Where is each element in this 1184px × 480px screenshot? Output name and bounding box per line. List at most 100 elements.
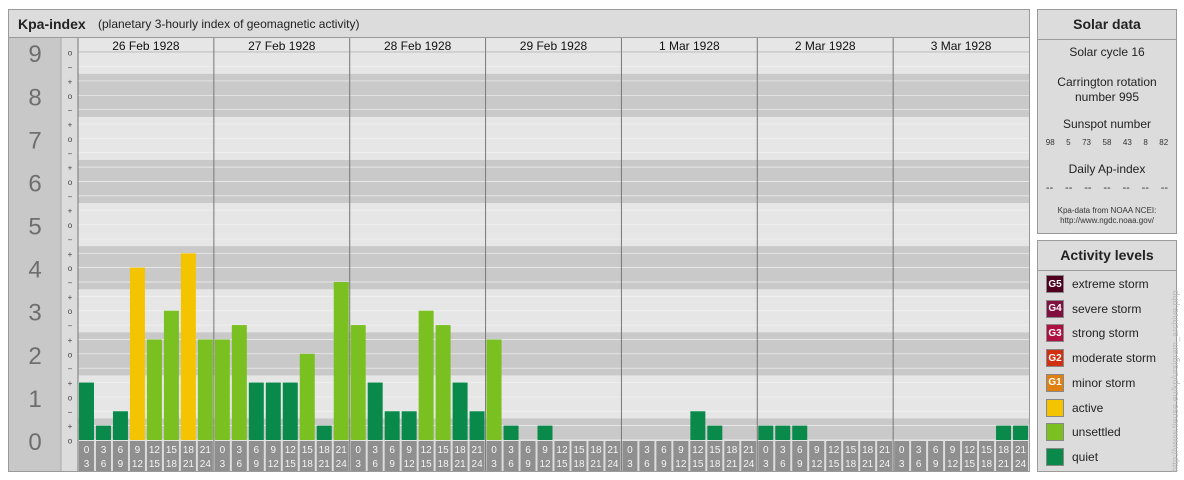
- ap-value: --: [1084, 182, 1092, 194]
- kp-bar: [690, 411, 706, 440]
- legend-item: G3 strong storm: [1046, 323, 1139, 343]
- kp-subtick-label: +: [68, 379, 73, 388]
- ap-value: --: [1065, 182, 1073, 194]
- day-label: 28 Feb 1928: [384, 39, 452, 53]
- interval-start-label: 15: [573, 445, 585, 456]
- kp-tick-label: 7: [28, 127, 41, 154]
- kp-bar: [775, 425, 791, 440]
- kp-subtick-label: +: [68, 207, 73, 216]
- legend-label: quiet: [1072, 449, 1099, 464]
- source-watermark: http://www.tieuse.eu/kp/ursigram_archive…: [1170, 290, 1180, 472]
- interval-start-label: 9: [542, 445, 548, 456]
- kp-tick-label: 3: [28, 300, 41, 327]
- ap-value: --: [1103, 182, 1111, 194]
- kp-subtick-label: o: [68, 49, 73, 58]
- interval-start-label: 12: [285, 445, 297, 456]
- legend-item: G5 extreme storm: [1046, 274, 1149, 294]
- interval-end-label: 24: [336, 459, 348, 470]
- kp-subtick-label: o: [68, 178, 73, 187]
- interval-end-label: 24: [1015, 459, 1027, 470]
- kp-bar: [435, 325, 451, 440]
- interval-end-label: 3: [491, 459, 497, 470]
- legend-label: minor storm: [1072, 375, 1136, 390]
- kp-bar: [299, 353, 315, 440]
- interval-end-label: 9: [661, 459, 667, 470]
- interval-end-label: 18: [302, 459, 314, 470]
- interval-end-label: 18: [573, 459, 585, 470]
- kp-subtick-label: +: [68, 77, 73, 86]
- interval-start-label: 6: [661, 445, 667, 456]
- interval-end-label: 15: [285, 459, 297, 470]
- interval-start-label: 12: [556, 445, 568, 456]
- kp-bar: [248, 382, 264, 440]
- kp-bar: [418, 310, 434, 440]
- kp-bar: [503, 425, 519, 440]
- kp-subtick-label: −: [68, 106, 73, 115]
- kp-subtick-label: −: [68, 149, 73, 158]
- legend-item: quiet: [1046, 447, 1098, 467]
- sunspot-value: 5: [1066, 138, 1071, 147]
- interval-start-label: 6: [933, 445, 939, 456]
- kp-bar: [452, 382, 468, 440]
- interval-start-label: 21: [472, 445, 484, 456]
- interval-start-label: 0: [355, 445, 361, 456]
- legend-label: moderate storm: [1072, 351, 1157, 366]
- legend-item: unsettled: [1046, 422, 1121, 442]
- interval-start-label: 3: [237, 445, 243, 456]
- interval-start-label: 12: [964, 445, 976, 456]
- kp-bar: [112, 411, 128, 440]
- interval-start-label: 15: [438, 445, 450, 456]
- legend-label: strong storm: [1072, 326, 1139, 341]
- solar-data-divider: [1038, 39, 1176, 40]
- interval-start-label: 15: [845, 445, 857, 456]
- sunspot-value: 8: [1143, 138, 1148, 147]
- legend-swatch: G3: [1046, 324, 1064, 343]
- kp-bar: [486, 339, 502, 440]
- interval-start-label: 9: [814, 445, 820, 456]
- kp-bar: [350, 325, 366, 440]
- kp-subtick-label: −: [68, 192, 73, 201]
- interval-end-label: 21: [998, 459, 1010, 470]
- interval-end-label: 9: [118, 459, 124, 470]
- interval-end-label: 15: [149, 459, 161, 470]
- solar-data-panel: Solar data Solar cycle 16 Carrington rot…: [1037, 9, 1177, 234]
- interval-end-label: 12: [404, 459, 416, 470]
- kp-subtick-label: o: [68, 221, 73, 230]
- interval-start-label: 0: [627, 445, 633, 456]
- kp-bar: [792, 425, 808, 440]
- interval-end-label: 3: [763, 459, 769, 470]
- kp-bar: [469, 411, 485, 440]
- interval-end-label: 18: [709, 459, 721, 470]
- interval-end-label: 21: [183, 459, 195, 470]
- interval-start-label: 0: [491, 445, 497, 456]
- interval-start-label: 12: [828, 445, 840, 456]
- interval-end-label: 15: [556, 459, 568, 470]
- data-credit-line1: Kpa-data from NOAA NCEI:: [1057, 206, 1157, 215]
- interval-start-label: 21: [879, 445, 891, 456]
- sunspot-value: 82: [1159, 138, 1169, 147]
- interval-start-label: 0: [899, 445, 905, 456]
- interval-start-label: 3: [780, 445, 786, 456]
- interval-end-label: 21: [590, 459, 602, 470]
- kp-tick-label: 6: [28, 170, 41, 197]
- interval-start-label: 15: [302, 445, 314, 456]
- kp-tick-label: 1: [28, 386, 41, 413]
- interval-end-label: 3: [220, 459, 226, 470]
- kp-bar: [996, 425, 1012, 440]
- interval-start-label: 21: [336, 445, 348, 456]
- interval-end-label: 12: [132, 459, 144, 470]
- kp-bar: [146, 339, 162, 440]
- kp-tick-label: 2: [28, 343, 41, 370]
- interval-start-label: 6: [797, 445, 803, 456]
- legend-swatch: G2: [1046, 349, 1064, 368]
- sunspot-value: 98: [1045, 138, 1055, 147]
- kp-bar: [163, 310, 179, 440]
- kp-bar: [79, 382, 94, 440]
- interval-end-label: 3: [84, 459, 90, 470]
- interval-end-label: 24: [607, 459, 619, 470]
- interval-end-label: 24: [879, 459, 891, 470]
- kp-subtick-label: +: [68, 164, 73, 173]
- interval-start-label: 18: [590, 445, 602, 456]
- legend-swatch: G5: [1046, 275, 1064, 293]
- kp-subtick-label: o: [68, 350, 73, 359]
